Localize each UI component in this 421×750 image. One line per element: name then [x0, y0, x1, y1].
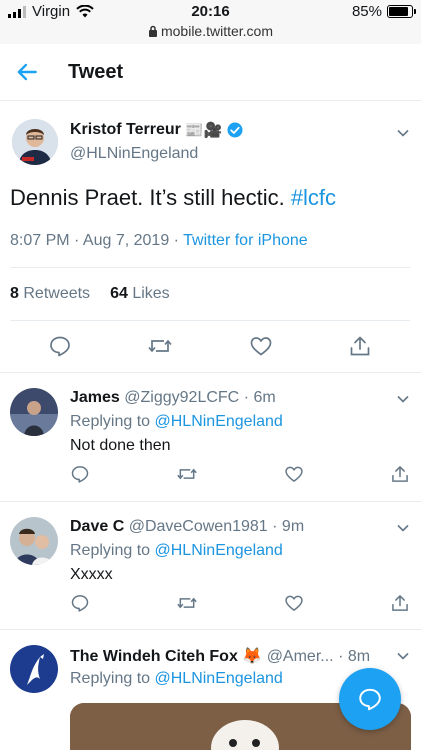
back-arrow-icon[interactable]: [14, 59, 40, 85]
author-name-row[interactable]: Kristof Terreur 📰🎥: [70, 121, 244, 139]
like-icon: [250, 337, 272, 356]
share-button[interactable]: [390, 592, 410, 614]
share-button[interactable]: [348, 333, 372, 359]
retweet-button[interactable]: [147, 333, 173, 359]
replying-to-link[interactable]: @HLNinEngeland: [155, 542, 283, 559]
replying-to-link[interactable]: @HLNinEngeland: [155, 670, 283, 687]
battery-fill: [389, 7, 408, 16]
page-title: Tweet: [68, 61, 124, 83]
reply-author-handle[interactable]: @DaveCowen1981: [129, 518, 268, 535]
reply-author-name[interactable]: Dave C: [70, 518, 124, 535]
reply-actions: [70, 592, 410, 614]
retweets-count: 8: [10, 285, 19, 302]
battery-status: 85%: [351, 3, 416, 20]
reply-author: James @Ziggy92LCFC · 6m: [70, 389, 276, 407]
likes-count: 64: [110, 285, 128, 302]
chevron-down-icon[interactable]: [395, 391, 411, 407]
reply-icon: [71, 595, 89, 612]
hashtag-link[interactable]: #lcfc: [291, 185, 336, 210]
reply-author-name[interactable]: James: [70, 389, 120, 406]
reply-avatar[interactable]: [10, 517, 58, 565]
reply-button[interactable]: [48, 333, 72, 359]
compose-reply-button[interactable]: [339, 668, 401, 730]
share-icon: [392, 595, 408, 611]
replying-to: Replying to @HLNinEngeland: [70, 413, 283, 431]
chevron-down-icon[interactable]: [395, 520, 411, 536]
reply-actions: [70, 463, 410, 485]
reply-text: Not done then: [70, 437, 171, 454]
avatar-image: [10, 388, 58, 436]
reply-tweet[interactable]: James @Ziggy92LCFC · 6m Replying to @HLN…: [0, 372, 421, 501]
retweet-icon: [177, 468, 197, 480]
reply-time: · 8m: [338, 648, 371, 665]
reply-time: · 9m: [272, 518, 305, 535]
verified-icon: [227, 122, 243, 138]
reply-author: Dave C @DaveCowen1981 · 9m: [70, 518, 304, 536]
url-text: mobile.twitter.com: [160, 23, 274, 39]
share-icon: [392, 466, 408, 482]
status-bar: Virgin 20:16 mobile.twitter.com 85%: [0, 0, 421, 44]
url-bar[interactable]: mobile.twitter.com: [0, 23, 421, 39]
avatar-image: [10, 517, 58, 565]
replying-to: Replying to @HLNinEngeland: [70, 542, 283, 560]
author-name: Kristof Terreur: [70, 121, 181, 138]
replying-to: Replying to @HLNinEngeland: [70, 670, 283, 688]
battery-percent: 85%: [351, 3, 382, 20]
like-button[interactable]: [249, 333, 273, 359]
tweet-stats: 8 Retweets 64 Likes: [10, 285, 170, 303]
retweet-icon: [148, 339, 172, 353]
retweets-stat[interactable]: 8 Retweets: [10, 285, 90, 303]
lock-icon: [148, 25, 157, 37]
replying-prefix: Replying to: [70, 670, 155, 687]
replying-prefix: Replying to: [70, 542, 155, 559]
retweet-button[interactable]: [176, 463, 198, 485]
avatar-image: [10, 645, 58, 693]
retweets-label: Retweets: [23, 285, 91, 302]
retweet-icon: [177, 597, 197, 609]
share-button[interactable]: [390, 463, 410, 485]
replying-prefix: Replying to: [70, 413, 155, 430]
reply-author-handle[interactable]: @Ziggy92LCFC: [124, 389, 239, 406]
reply-icon: [71, 466, 89, 483]
page-header: Tweet: [0, 44, 421, 101]
tweet-text: Dennis Praet. It’s still hectic. #lcfc: [10, 185, 336, 211]
tweet-source[interactable]: Twitter for iPhone: [183, 232, 308, 249]
tweet-meta: 8:07 PM · Aug 7, 2019 · Twitter for iPho…: [10, 232, 308, 250]
reply-button[interactable]: [70, 463, 90, 485]
avatar-image: [12, 119, 58, 165]
reply-author: The Windeh Citeh Fox 🦊 @Amer... · 8m: [70, 646, 370, 666]
chevron-down-icon[interactable]: [395, 125, 411, 141]
reply-avatar[interactable]: [10, 388, 58, 436]
author-emoji: 📰🎥: [184, 122, 223, 139]
compose-icon: [359, 688, 381, 711]
reply-author-emoji: 🦊: [242, 648, 263, 665]
reply-avatar[interactable]: [10, 645, 58, 693]
like-button[interactable]: [284, 463, 304, 485]
reply-author-handle[interactable]: @Amer...: [267, 648, 334, 665]
reply-text: Xxxxx: [70, 566, 113, 583]
like-button[interactable]: [284, 592, 304, 614]
like-icon: [285, 466, 303, 482]
author-avatar[interactable]: [12, 119, 58, 165]
divider: [10, 267, 410, 268]
tweet-actions: [10, 333, 410, 359]
like-icon: [285, 595, 303, 611]
reply-icon: [49, 336, 70, 357]
battery-icon: [387, 5, 416, 18]
divider: [10, 320, 410, 321]
tweet-body: Dennis Praet. It’s still hectic.: [10, 185, 291, 210]
share-icon: [350, 336, 370, 356]
author-handle[interactable]: @HLNinEngeland: [70, 145, 198, 163]
likes-label: Likes: [132, 285, 170, 302]
reply-time: · 6m: [243, 389, 276, 406]
tweet-datetime[interactable]: 8:07 PM · Aug 7, 2019 ·: [10, 232, 183, 249]
retweet-button[interactable]: [176, 592, 198, 614]
likes-stat[interactable]: 64 Likes: [110, 285, 170, 303]
reply-button[interactable]: [70, 592, 90, 614]
chevron-down-icon[interactable]: [395, 648, 411, 664]
reply-tweet[interactable]: Dave C @DaveCowen1981 · 9m Replying to @…: [0, 501, 421, 629]
reply-author-name[interactable]: The Windeh Citeh Fox: [70, 648, 238, 665]
replying-to-link[interactable]: @HLNinEngeland: [155, 413, 283, 430]
